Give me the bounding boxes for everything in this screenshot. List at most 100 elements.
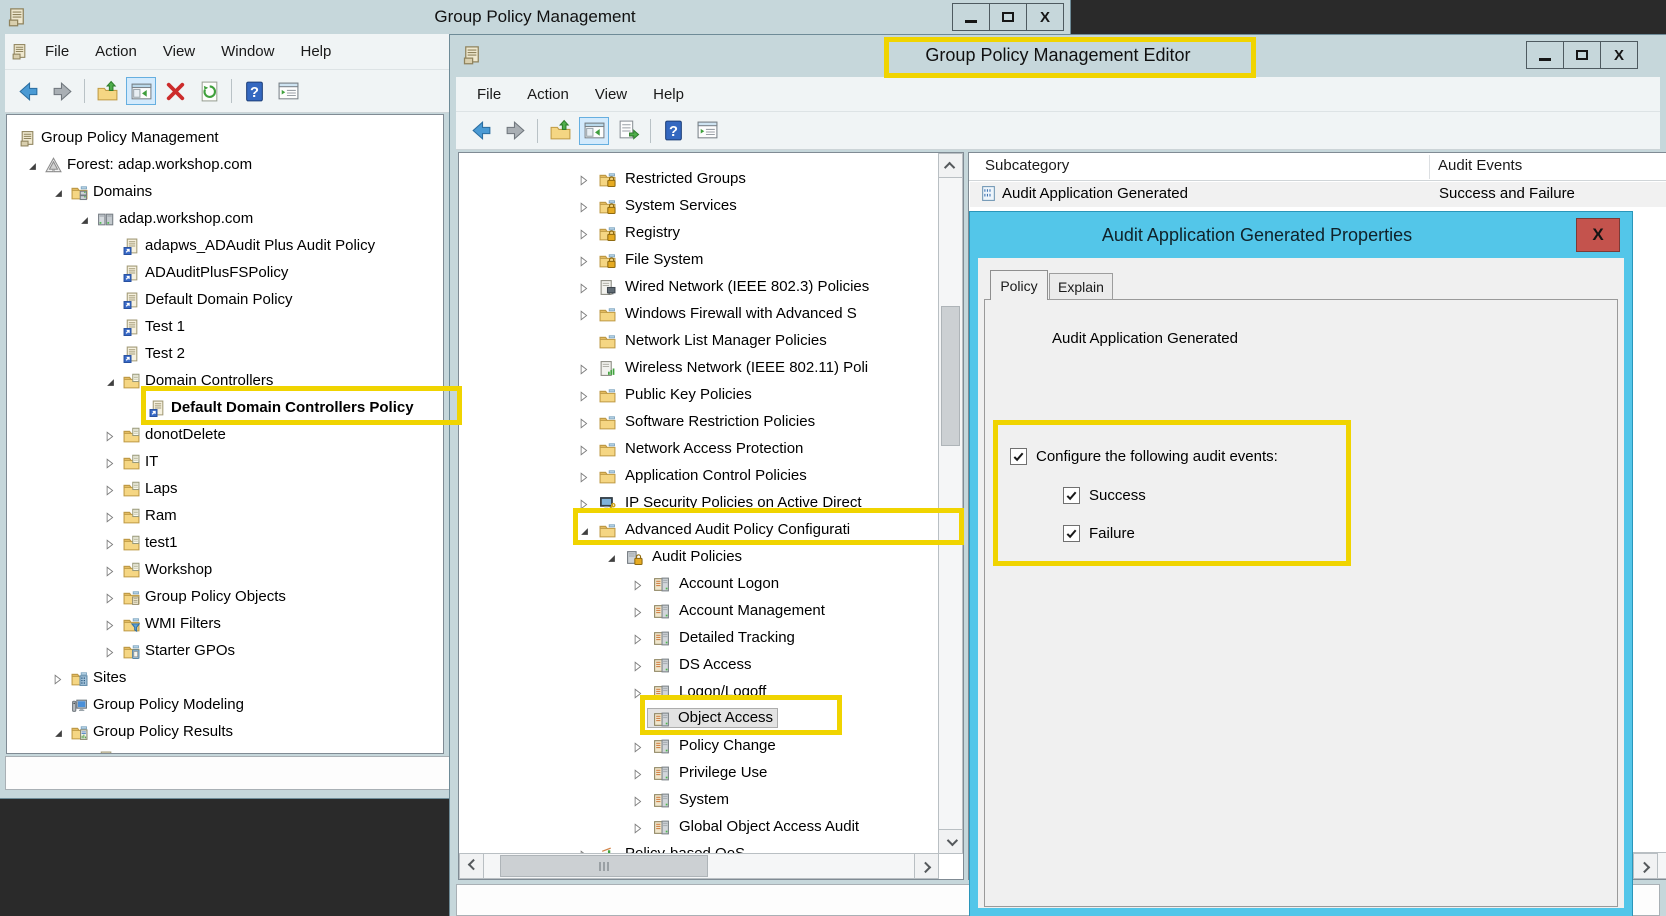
expand-open-icon[interactable] — [53, 727, 64, 740]
expand-open-icon[interactable] — [27, 160, 38, 173]
audit-events-cell[interactable]: Success and Failure — [1439, 185, 1575, 202]
tree-item[interactable]: IT — [7, 450, 443, 477]
tree-item-label[interactable]: Public Key Policies — [625, 386, 752, 403]
tree-item-label[interactable]: adapws_ADAudit Plus Audit Policy — [145, 237, 375, 254]
tree-item[interactable] — [7, 747, 443, 754]
expand-closed-icon[interactable] — [633, 795, 644, 808]
subcategory-cell[interactable]: Audit Application Generated — [1002, 185, 1188, 202]
expand-closed-icon[interactable] — [633, 741, 644, 754]
menu-item-help[interactable]: Help — [640, 86, 697, 103]
tree-item-label[interactable]: Audit Policies — [652, 548, 742, 565]
tree-item-label[interactable]: Starter GPOs — [145, 642, 235, 659]
tree-item-label[interactable]: Forest: adap.workshop.com — [67, 156, 252, 173]
list-row[interactable]: Audit Application Generated Success and F… — [970, 182, 1666, 207]
expand-open-icon[interactable] — [53, 187, 64, 200]
expand-closed-icon[interactable] — [105, 565, 116, 578]
up-folder-button[interactable] — [545, 117, 575, 145]
tree-item[interactable]: Account Logon — [459, 572, 963, 599]
tree-item[interactable]: DS Access — [459, 653, 963, 680]
tree-item-label[interactable]: Wireless Network (IEEE 802.11) Poli — [625, 359, 868, 376]
tree-item-label[interactable]: Account Logon — [679, 575, 779, 592]
menu-item-file[interactable]: File — [464, 86, 514, 103]
help-button[interactable]: ? — [658, 117, 688, 145]
menu-item-file[interactable]: File — [32, 43, 82, 60]
tree-item[interactable]: donotDelete — [7, 423, 443, 450]
tree-item[interactable]: adapws_ADAudit Plus Audit Policy — [7, 234, 443, 261]
tree-item-label[interactable]: Domains — [93, 183, 152, 200]
tree-item[interactable]: Domains — [7, 180, 443, 207]
forward-button[interactable] — [47, 77, 77, 105]
refresh-button[interactable] — [194, 77, 224, 105]
expand-open-icon[interactable] — [105, 376, 116, 389]
tree-item[interactable]: Global Object Access Audit — [459, 815, 963, 842]
expand-closed-icon[interactable] — [579, 417, 590, 430]
tree-item-label[interactable]: Registry — [625, 224, 680, 241]
column-divider[interactable] — [1429, 155, 1430, 179]
tree-item[interactable]: Network Access Protection — [459, 437, 963, 464]
maximize-button[interactable] — [989, 3, 1027, 31]
tree-item[interactable]: adap.workshop.com — [7, 207, 443, 234]
expand-closed-icon[interactable] — [105, 619, 116, 632]
expand-closed-icon[interactable] — [105, 592, 116, 605]
expand-closed-icon[interactable] — [105, 430, 116, 443]
tree-item[interactable]: Group Policy Modeling — [7, 693, 443, 720]
window-list-button[interactable] — [273, 77, 303, 105]
tree-item[interactable]: Detailed Tracking — [459, 626, 963, 653]
tree-item[interactable]: Group Policy Management — [7, 126, 443, 153]
tree-item-label[interactable]: Group Policy Management — [41, 129, 219, 146]
expand-closed-icon[interactable] — [105, 511, 116, 524]
tree-item[interactable]: Group Policy Results — [7, 720, 443, 747]
tree-item[interactable]: ADAuditPlusFSPolicy — [7, 261, 443, 288]
tree-item-label[interactable]: Wired Network (IEEE 802.3) Policies — [625, 278, 869, 295]
column-header-subcategory[interactable]: Subcategory — [985, 157, 1069, 174]
tree-item[interactable]: Laps — [7, 477, 443, 504]
tree-item[interactable]: Account Management — [459, 599, 963, 626]
tree-item-label[interactable]: Workshop — [145, 561, 212, 578]
tree-item[interactable]: Windows Firewall with Advanced S — [459, 302, 963, 329]
horizontal-scrollbar[interactable] — [459, 853, 939, 879]
menu-item-window[interactable]: Window — [208, 43, 287, 60]
expand-closed-icon[interactable] — [579, 471, 590, 484]
tree-item-label[interactable]: File System — [625, 251, 703, 268]
tree-item-label[interactable]: Network Access Protection — [625, 440, 803, 457]
tree-item-label[interactable]: ADAuditPlusFSPolicy — [145, 264, 288, 281]
list-scroll-right-button[interactable] — [1633, 853, 1658, 879]
tree-item[interactable]: Registry — [459, 221, 963, 248]
tree-item-label[interactable]: WMI Filters — [145, 615, 221, 632]
help-button[interactable]: ? — [239, 77, 269, 105]
tree-item-label[interactable]: System — [679, 791, 729, 808]
expand-closed-icon[interactable] — [579, 390, 590, 403]
tree-item-label[interactable]: Group Policy Objects — [145, 588, 286, 605]
tab-explain[interactable]: Explain — [1049, 273, 1113, 300]
column-header-audit-events[interactable]: Audit Events — [1438, 157, 1522, 174]
tree-item[interactable]: WMI Filters — [7, 612, 443, 639]
tree-item-label[interactable]: Application Control Policies — [625, 467, 807, 484]
tree-item[interactable]: Policy Change — [459, 734, 963, 761]
tree-item-label[interactable]: Global Object Access Audit — [679, 818, 859, 835]
minimize-button[interactable] — [952, 3, 990, 31]
tree-item-label[interactable]: Sites — [93, 669, 126, 686]
tree-item[interactable]: Wired Network (IEEE 802.3) Policies — [459, 275, 963, 302]
menu-item-action[interactable]: Action — [82, 43, 150, 60]
horizontal-scroll-thumb[interactable] — [500, 855, 708, 877]
tree-item-label[interactable]: Ram — [145, 507, 177, 524]
tree-item[interactable]: Public Key Policies — [459, 383, 963, 410]
tree-item[interactable]: Test 2 — [7, 342, 443, 369]
tree-item-label[interactable]: Default Domain Policy — [145, 291, 293, 308]
tree-item[interactable]: Application Control Policies — [459, 464, 963, 491]
tree-item-label[interactable]: Network List Manager Policies — [625, 332, 827, 349]
dialog-close-button[interactable]: X — [1576, 218, 1620, 252]
expand-closed-icon[interactable] — [579, 174, 590, 187]
expand-closed-icon[interactable] — [579, 363, 590, 376]
tree-item[interactable]: Network List Manager Policies — [459, 329, 963, 356]
menu-item-view[interactable]: View — [582, 86, 640, 103]
forward-button[interactable] — [500, 117, 530, 145]
export-list-button[interactable] — [613, 117, 643, 145]
menu-item-action[interactable]: Action — [514, 86, 582, 103]
menu-item-help[interactable]: Help — [287, 43, 344, 60]
tree-item-label[interactable]: Account Management — [679, 602, 825, 619]
tree-item-label[interactable]: Software Restriction Policies — [625, 413, 815, 430]
tree-item[interactable]: Audit Policies — [459, 545, 963, 572]
console-tree-button[interactable] — [126, 77, 156, 105]
tree-item-label[interactable]: donotDelete — [145, 426, 226, 443]
